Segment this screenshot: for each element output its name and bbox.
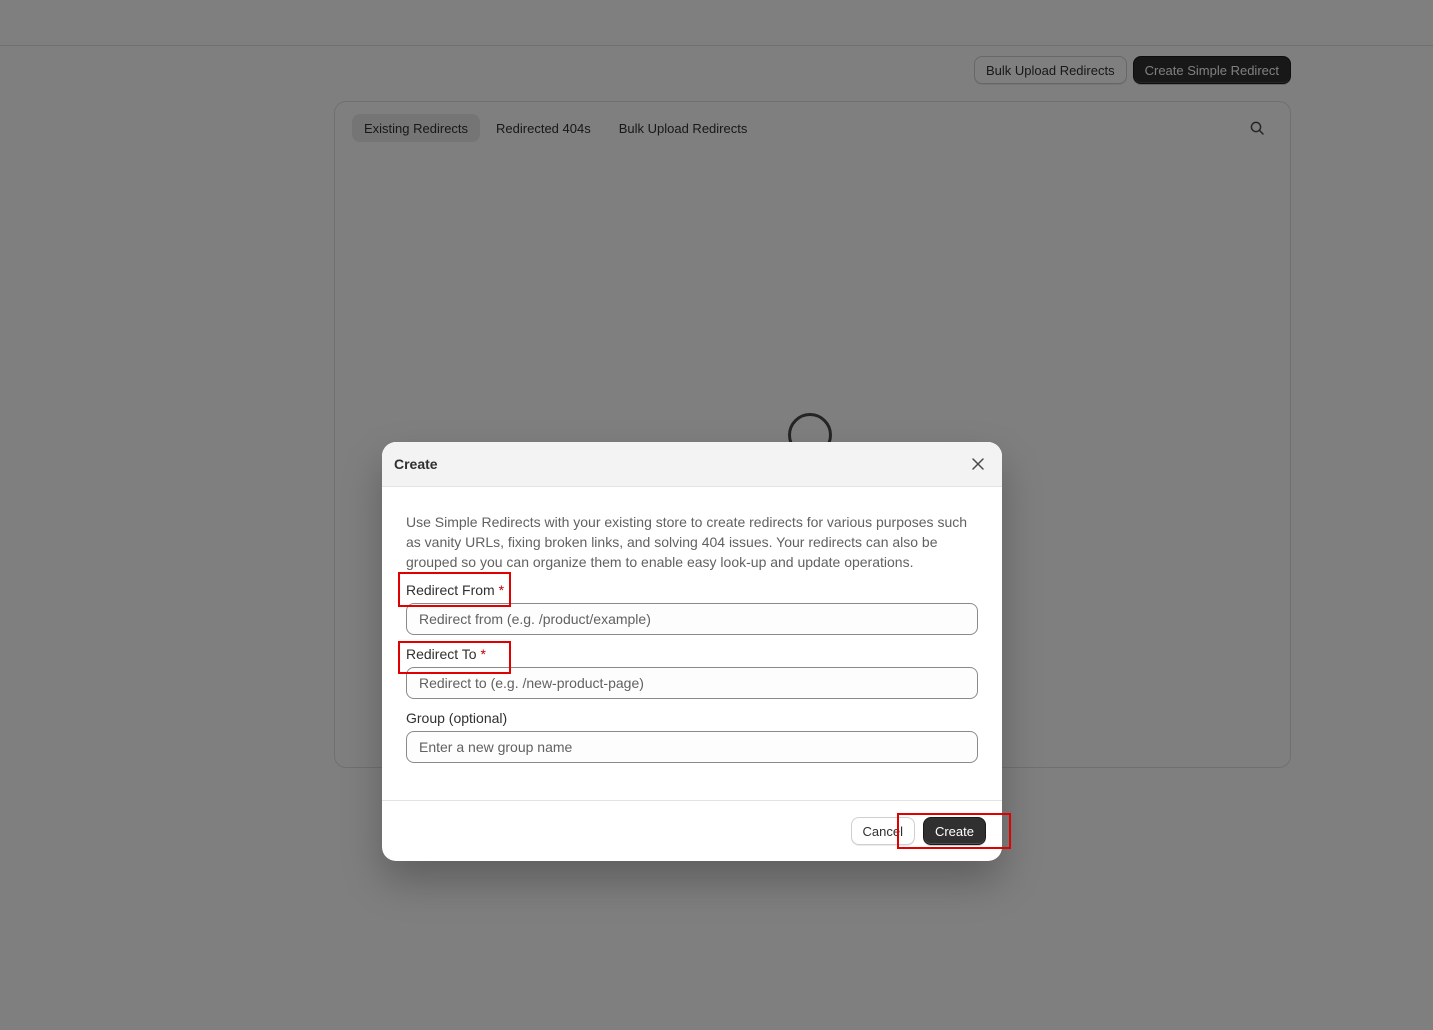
close-button[interactable] <box>966 452 990 476</box>
required-mark: * <box>498 582 505 598</box>
modal-header: Create <box>382 442 1002 487</box>
page: Bulk Upload Redirects Create Simple Redi… <box>0 0 1433 1030</box>
cancel-button[interactable]: Cancel <box>850 817 915 845</box>
create-redirect-modal: Create Use Simple Redirects with your ex… <box>382 442 1002 861</box>
modal-footer: Cancel Create <box>382 800 1002 861</box>
group-input[interactable] <box>406 731 978 763</box>
modal-description: Use Simple Redirects with your existing … <box>406 514 968 570</box>
group-label: Group (optional) <box>406 710 508 726</box>
required-mark: * <box>480 646 486 662</box>
redirect-from-label: Redirect From * <box>406 582 504 598</box>
modal-title: Create <box>394 456 438 472</box>
redirect-to-input[interactable] <box>406 667 978 699</box>
modal-body: Use Simple Redirects with your existing … <box>406 512 978 763</box>
redirect-from-label-text: Redirect From <box>406 582 495 598</box>
create-button[interactable]: Create <box>922 817 986 845</box>
redirect-to-label-text: Redirect To <box>406 646 477 662</box>
close-icon <box>972 458 984 470</box>
redirect-to-label: Redirect To * <box>406 646 486 662</box>
redirect-from-input[interactable] <box>406 603 978 635</box>
